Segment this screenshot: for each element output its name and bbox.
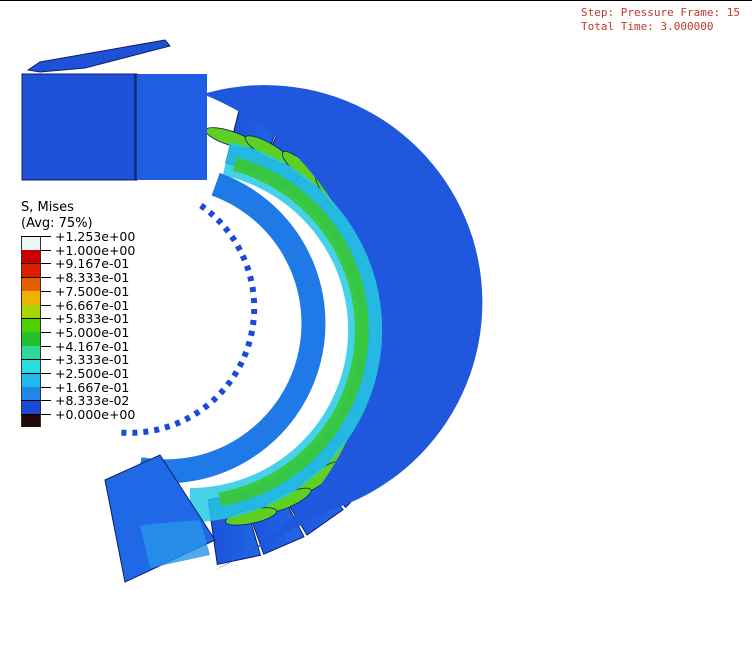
legend-swatch — [21, 346, 41, 360]
legend-swatch — [21, 305, 41, 319]
legend-value: +0.000e+00 — [55, 407, 136, 423]
legend-swatch — [21, 236, 41, 251]
legend-swatch — [21, 373, 41, 388]
legend-swatch — [21, 387, 41, 401]
step-frame-text: Step: Pressure Frame: 15 — [581, 6, 740, 19]
legend-title: S, Mises — [21, 200, 74, 215]
total-time-text: Total Time: 3.000000 — [581, 20, 714, 33]
legend-colorbar: +1.253e+00 +1.000e+00 +9.167e-01 +8.333e-01… — [21, 229, 135, 431]
legend-swatch — [21, 250, 41, 264]
legend-swatch — [21, 400, 41, 415]
legend-swatch — [21, 318, 41, 333]
step-info: Step: Pressure Frame: 15 Total Time: 3.0… — [581, 6, 740, 34]
legend-swatch — [21, 414, 41, 428]
legend-swatch — [21, 291, 41, 305]
legend-swatch — [21, 359, 41, 374]
legend-swatch — [21, 332, 41, 347]
legend-swatch — [21, 277, 41, 292]
legend-swatch — [21, 263, 41, 278]
stress-legend: S, Mises (Avg: 75%) +1.253e+00 +1.000e+00… — [21, 200, 135, 431]
